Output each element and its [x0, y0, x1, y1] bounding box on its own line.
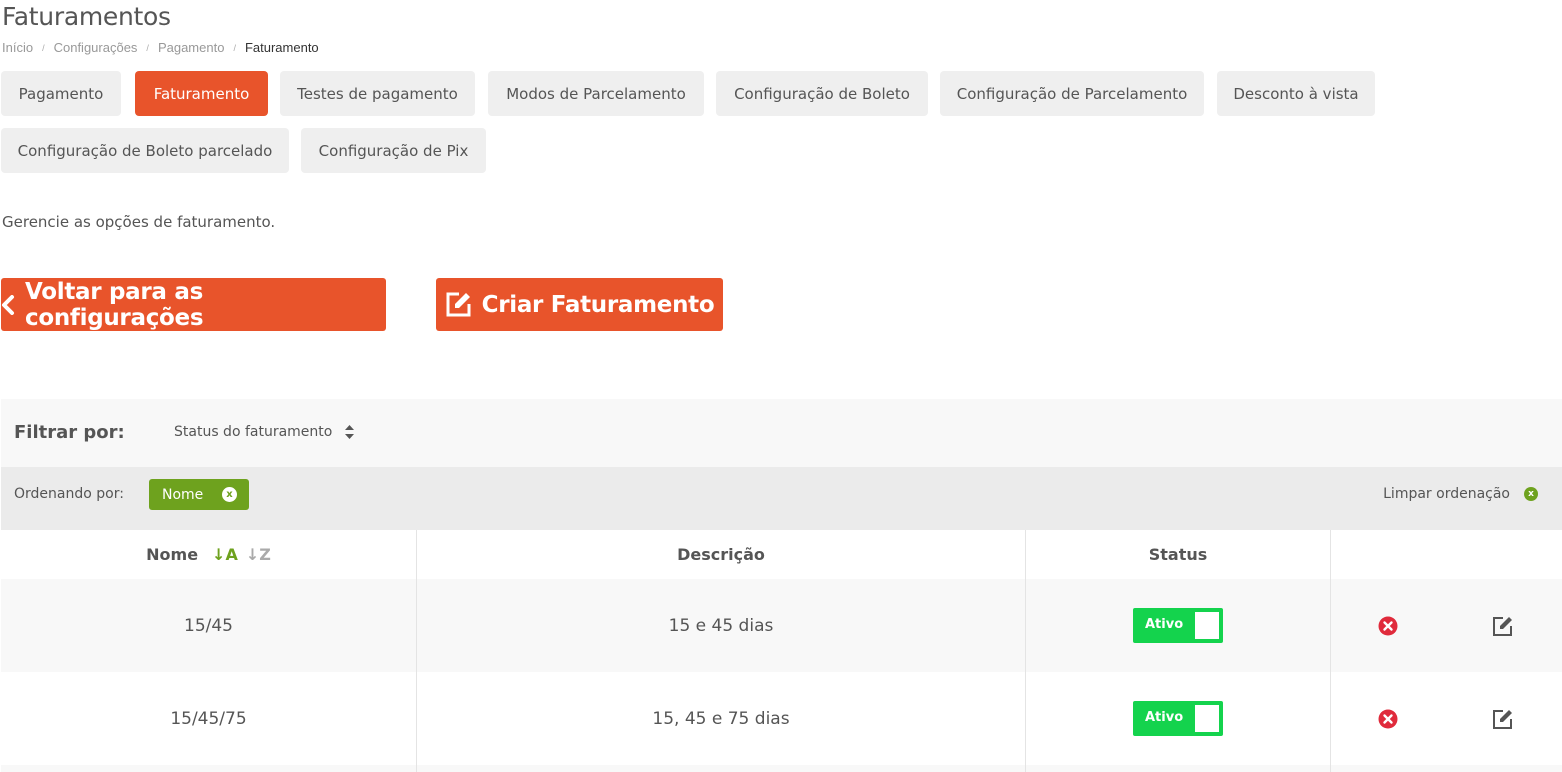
- column-header-descricao: Descrição: [417, 530, 1026, 579]
- filter-bar: Filtrar por: Status do faturamento: [1, 399, 1562, 467]
- cell-descricao: 15 e 45 dias: [417, 579, 1026, 672]
- cell-nome: 15/45/75: [1, 672, 417, 765]
- cell-status: Ativo: [1026, 579, 1331, 672]
- sort-descending-icon[interactable]: ↓Z: [246, 545, 271, 564]
- toggle-knob: [1195, 705, 1219, 732]
- breadcrumb-link-inicio[interactable]: Início: [2, 40, 33, 55]
- page-title: Faturamentos: [2, 2, 171, 31]
- status-filter-select[interactable]: Status do faturamento: [174, 424, 355, 440]
- table-header: Nome ↓A ↓Z Descrição Status: [1, 530, 1562, 579]
- back-to-settings-label: Voltar para as configurações: [25, 278, 204, 331]
- close-icon[interactable]: x: [222, 487, 237, 502]
- tab-pagamento[interactable]: Pagamento: [1, 71, 121, 116]
- clear-sort-button[interactable]: Limpar ordenação x: [1383, 486, 1538, 502]
- sort-label: Ordenando por:: [14, 486, 124, 502]
- create-billing-label: Criar Faturamento: [481, 291, 715, 318]
- tab-configuracao-de-boleto-parcelado[interactable]: Configuração de Boleto parcelado: [1, 128, 289, 173]
- delete-icon[interactable]: [1378, 709, 1398, 729]
- breadcrumb-current: Faturamento: [244, 40, 319, 55]
- tab-configuracao-de-boleto[interactable]: Configuração de Boleto: [716, 71, 928, 116]
- status-toggle-label: Ativo: [1145, 617, 1184, 632]
- status-toggle[interactable]: Ativo: [1133, 701, 1223, 736]
- table-row: 15/45 15 e 45 dias Ativo: [1, 579, 1562, 672]
- column-header-label: Nome: [146, 545, 199, 564]
- breadcrumb: Início / Configurações / Pagamento / Fat…: [2, 40, 319, 55]
- tab-configuracao-de-parcelamento[interactable]: Configuração de Parcelamento: [940, 71, 1204, 116]
- cell-actions: [1331, 579, 1562, 672]
- billing-table: Nome ↓A ↓Z Descrição Status 15/45 15 e 4…: [1, 530, 1562, 772]
- cell-nome: 15/45: [1, 579, 417, 672]
- tab-faturamento[interactable]: Faturamento: [135, 71, 268, 116]
- cell-nome: [1, 765, 417, 772]
- tab-desconto-a-vista[interactable]: Desconto à vista: [1217, 71, 1375, 116]
- column-header-actions: [1331, 530, 1562, 579]
- sort-chip-nome[interactable]: Nome x: [149, 479, 249, 510]
- tab-modos-de-parcelamento[interactable]: Modos de Parcelamento: [488, 71, 704, 116]
- breadcrumb-link-pagamento[interactable]: Pagamento: [158, 40, 225, 55]
- filter-label: Filtrar por:: [14, 422, 125, 443]
- back-to-settings-button[interactable]: Voltar para as configurações: [1, 278, 386, 331]
- edit-icon[interactable]: [1492, 615, 1514, 637]
- status-toggle-label: Ativo: [1145, 710, 1184, 725]
- cell-actions: [1331, 672, 1562, 765]
- status-filter-value: Status do faturamento: [174, 424, 333, 440]
- create-billing-button[interactable]: Criar Faturamento: [436, 278, 723, 331]
- status-toggle[interactable]: Ativo: [1133, 608, 1223, 643]
- breadcrumb-link-configuracoes[interactable]: Configurações: [54, 40, 138, 55]
- edit-icon[interactable]: [1492, 708, 1514, 730]
- tab-testes-de-pagamento[interactable]: Testes de pagamento: [280, 71, 475, 116]
- clear-sort-label: Limpar ordenação: [1383, 486, 1510, 502]
- toggle-knob: [1195, 612, 1219, 639]
- breadcrumb-separator: /: [146, 42, 149, 53]
- table-row-partial: [1, 765, 1562, 772]
- cell-status: [1026, 765, 1331, 772]
- chevron-left-icon: [1, 294, 15, 315]
- cell-descricao: [417, 765, 1026, 772]
- cell-descricao: 15, 45 e 75 dias: [417, 672, 1026, 765]
- tab-configuracao-de-pix[interactable]: Configuração de Pix: [301, 128, 486, 173]
- sort-caret-icon: [344, 424, 355, 440]
- column-header-status: Status: [1026, 530, 1331, 579]
- sort-ascending-icon[interactable]: ↓A: [212, 545, 238, 564]
- close-icon: x: [1524, 487, 1538, 501]
- cell-actions: [1331, 765, 1562, 772]
- column-header-nome: Nome ↓A ↓Z: [1, 530, 417, 579]
- edit-icon: [445, 291, 472, 318]
- sort-chip-label: Nome: [162, 486, 204, 503]
- cell-status: Ativo: [1026, 672, 1331, 765]
- table-row: 15/45/75 15, 45 e 75 dias Ativo: [1, 672, 1562, 765]
- delete-icon[interactable]: [1378, 616, 1398, 636]
- sort-bar: Ordenando por: Nome x Limpar ordenação x: [1, 467, 1562, 530]
- breadcrumb-separator: /: [233, 42, 236, 53]
- breadcrumb-separator: /: [42, 42, 45, 53]
- page-description: Gerencie as opções de faturamento.: [2, 213, 276, 231]
